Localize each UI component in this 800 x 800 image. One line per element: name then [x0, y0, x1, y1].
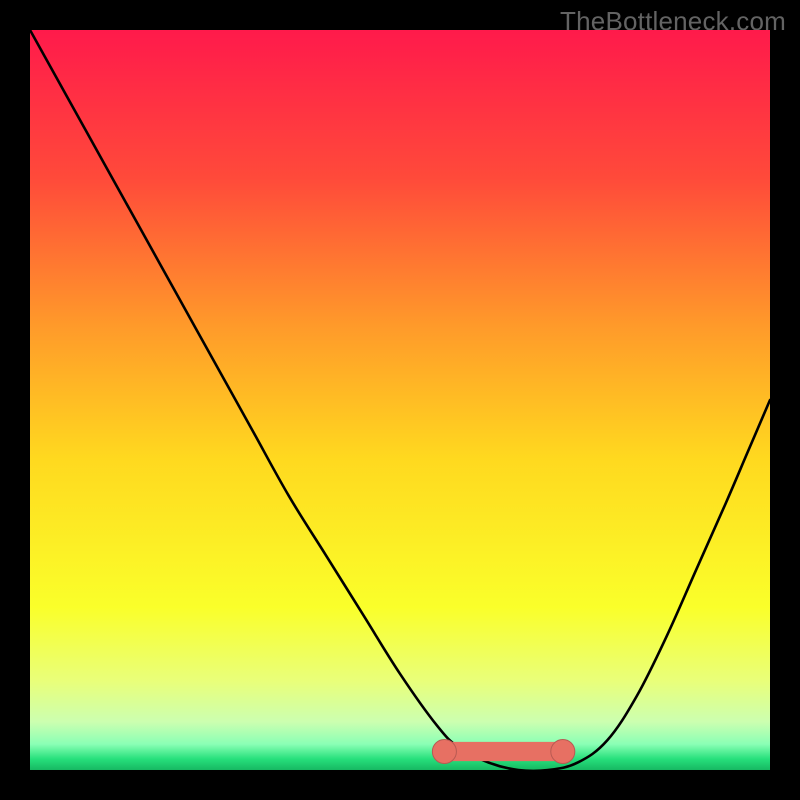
chart-container: TheBottleneck.com: [0, 0, 800, 800]
marker-endpoint-left: [432, 739, 456, 763]
plot-area: [30, 30, 770, 770]
bottleneck-chart: [30, 30, 770, 770]
gradient-background: [30, 30, 770, 770]
marker-endpoint-right: [551, 739, 575, 763]
